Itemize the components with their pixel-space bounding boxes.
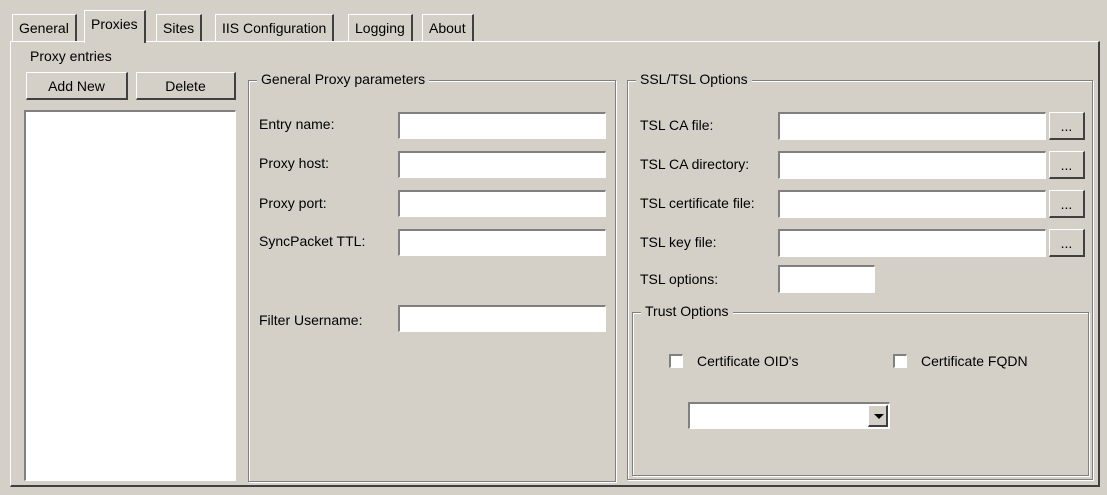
tab-proxies[interactable]: Proxies bbox=[84, 10, 146, 43]
tsl-ca-file-browse-button[interactable]: ... bbox=[1049, 112, 1085, 140]
filter-username-field[interactable] bbox=[398, 305, 606, 332]
tsl-certificate-file-browse-button[interactable]: ... bbox=[1049, 190, 1085, 218]
proxy-entries-label: Proxy entries bbox=[30, 48, 112, 64]
tsl-key-file-label: TSL key file: bbox=[640, 234, 717, 250]
entry-name-field[interactable] bbox=[398, 112, 606, 139]
tsl-ca-file-field[interactable] bbox=[778, 112, 1046, 140]
tab-about[interactable]: About bbox=[422, 14, 474, 41]
tab-sites[interactable]: Sites bbox=[156, 14, 203, 41]
trust-options-dropdown[interactable] bbox=[688, 402, 890, 429]
tsl-key-file-browse-button[interactable]: ... bbox=[1049, 229, 1085, 257]
certificate-oids-label: Certificate OID's bbox=[697, 353, 799, 369]
general-proxy-parameters-title: General Proxy parameters bbox=[257, 71, 430, 87]
certificate-oids-checkbox[interactable] bbox=[669, 354, 683, 368]
certificate-fqdn-label: Certificate FQDN bbox=[921, 353, 1028, 369]
proxy-host-label: Proxy host: bbox=[259, 155, 330, 171]
tsl-certificate-file-label: TSL certificate file: bbox=[640, 195, 755, 211]
add-new-button[interactable]: Add New bbox=[26, 72, 128, 100]
tsl-certificate-file-field[interactable] bbox=[778, 190, 1046, 218]
proxy-port-field[interactable] bbox=[398, 190, 606, 217]
filter-username-label: Filter Username: bbox=[259, 312, 363, 328]
ssl-tsl-options-title: SSL/TSL Options bbox=[636, 71, 752, 87]
syncpacket-ttl-label: SyncPacket TTL: bbox=[259, 233, 366, 249]
proxy-port-label: Proxy port: bbox=[259, 195, 327, 211]
tsl-ca-file-label: TSL CA file: bbox=[640, 117, 714, 133]
tsl-ca-directory-browse-button[interactable]: ... bbox=[1049, 151, 1085, 179]
proxy-host-field[interactable] bbox=[398, 151, 606, 178]
tsl-options-field[interactable] bbox=[778, 265, 875, 293]
tsl-options-label: TSL options: bbox=[640, 271, 719, 287]
tsl-ca-directory-field[interactable] bbox=[778, 151, 1046, 179]
syncpacket-ttl-field[interactable] bbox=[398, 229, 606, 256]
trust-options-title: Trust Options bbox=[641, 303, 733, 319]
tsl-ca-directory-label: TSL CA directory: bbox=[640, 156, 750, 172]
trust-options-group: Trust Options bbox=[632, 303, 1089, 476]
tab-iis-configuration[interactable]: IIS Configuration bbox=[215, 14, 335, 41]
proxy-entries-list[interactable] bbox=[24, 110, 236, 481]
tab-logging[interactable]: Logging bbox=[348, 14, 413, 41]
tab-general[interactable]: General bbox=[12, 14, 77, 41]
chevron-down-icon[interactable] bbox=[868, 405, 888, 427]
entry-name-label: Entry name: bbox=[259, 116, 335, 132]
delete-button[interactable]: Delete bbox=[136, 72, 236, 100]
tsl-key-file-field[interactable] bbox=[778, 229, 1046, 257]
general-proxy-parameters-group: General Proxy parameters bbox=[248, 71, 616, 482]
certificate-fqdn-checkbox[interactable] bbox=[893, 354, 907, 368]
